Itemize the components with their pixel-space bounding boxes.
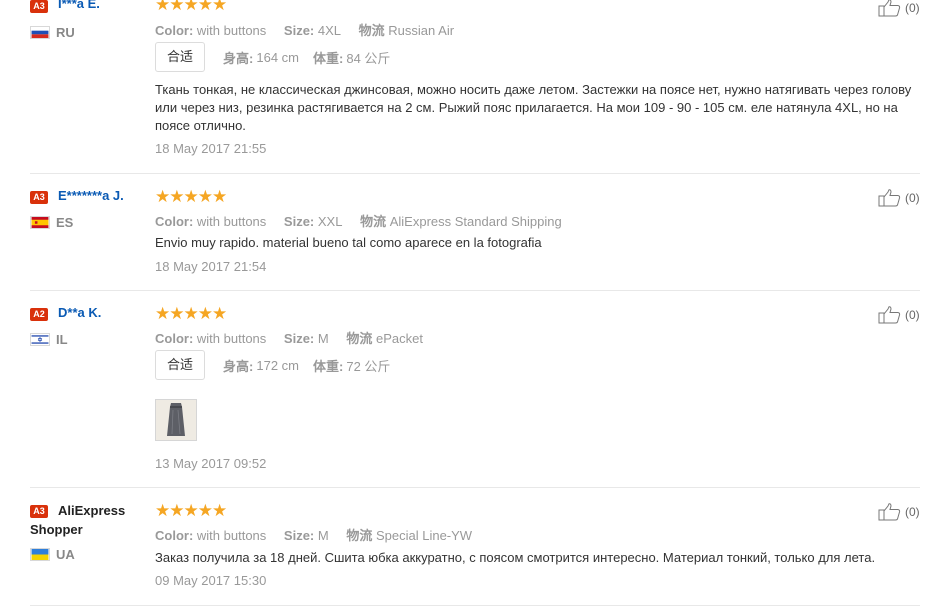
fit-info: 合适 身高: 164 cm 体重: 84 公斤 [155,42,390,72]
review-item: A3 I***a E. RU ★★★★★ Color: with buttons… [0,0,949,173]
like-count: (0) [905,505,920,519]
buyer-level-badge: A3 [30,0,48,13]
thumbs-up-icon [878,189,901,207]
flag-ru-icon [30,26,50,39]
buyer-level-badge: A2 [30,308,48,321]
like-button[interactable]: (0) [878,0,920,17]
size-value: XXL [317,214,343,229]
review-date: 18 May 2017 21:55 [155,141,267,156]
thumbs-up-icon [878,0,901,17]
fit-button[interactable]: 合适 [155,350,206,380]
height-label: 身高: [223,358,254,374]
buyer-level-badge: A3 [30,191,48,204]
shipping-value: ePacket [375,331,423,346]
shipping-value: Special Line-YW [375,528,473,543]
reviewer-country: IL [56,332,68,347]
weight-label: 体重: [313,358,344,374]
shipping-label: 物流 [360,214,387,229]
like-button[interactable]: (0) [878,503,920,521]
reviewer-name[interactable]: AliExpress Shopper [30,501,140,539]
review-date: 09 May 2017 15:30 [155,573,267,588]
review-text: Заказ получила за 18 дней. Сшита юбка ак… [155,550,876,565]
color-label: Color: [155,23,194,38]
review-item: A2 D**a K. IL ★★★★★ Color: with buttons … [0,291,949,487]
size-label: Size: [283,331,315,346]
color-value: with buttons [196,214,267,229]
order-attributes: Color: with buttons Size: M 物流 Special L… [155,525,472,544]
flag-il-icon [30,333,50,346]
color-label: Color: [155,331,194,346]
shipping-label: 物流 [346,528,373,543]
order-attributes: Color: with buttons Size: 4XL 物流 Russian… [155,20,454,39]
shipping-value: Russian Air [388,23,455,38]
size-label: Size: [283,528,315,543]
height-value: 164 cm [256,49,299,65]
like-count: (0) [905,1,920,15]
reviewer-name[interactable]: D**a K. [58,305,101,320]
size-value: M [317,331,329,346]
review-item: A3 AliExpress Shopper UA ★★★★★ Color: wi… [0,488,949,605]
fit-button[interactable]: 合适 [155,42,206,72]
review-divider [30,605,920,606]
like-button[interactable]: (0) [878,306,920,324]
size-label: Size: [283,214,315,229]
review-photo-thumbnail[interactable] [155,399,197,441]
flag-es-icon [30,216,50,229]
review-item: A3 E*******a J. ES ★★★★★ Color: with but… [0,174,949,290]
thumbs-up-icon [878,306,901,324]
rating-stars: ★★★★★ [155,0,227,14]
shipping-label: 物流 [346,331,373,346]
rating-stars: ★★★★★ [155,501,227,520]
review-date: 13 May 2017 09:52 [155,456,267,471]
size-value: 4XL [317,23,342,38]
review-text: Envio muy rapido. material bueno tal com… [155,235,542,250]
order-attributes: Color: with buttons Size: M 物流 ePacket [155,328,423,347]
color-label: Color: [155,214,194,229]
reviewer-country: ES [56,215,74,230]
flag-ua-icon [30,548,50,561]
color-label: Color: [155,528,194,543]
weight-label: 体重: [313,50,344,66]
reviewer-name[interactable]: E*******a J. [58,188,124,203]
review-date: 18 May 2017 21:54 [155,259,267,274]
like-button[interactable]: (0) [878,189,920,207]
shipping-value: AliExpress Standard Shipping [389,214,562,229]
size-value: M [317,528,329,543]
height-label: 身高: [223,50,254,66]
reviewer-country: UA [56,547,75,562]
rating-stars: ★★★★★ [155,187,227,206]
thumbs-up-icon [878,503,901,521]
skirt-photo-icon [156,400,196,440]
review-text: Ткань тонкая, не классическая джинсовая,… [155,82,912,133]
color-value: with buttons [196,23,267,38]
like-count: (0) [905,191,920,205]
like-count: (0) [905,308,920,322]
weight-value: 84 公斤 [346,50,391,66]
height-value: 172 cm [256,357,299,373]
size-label: Size: [283,23,315,38]
reviewer-name[interactable]: I***a E. [58,0,100,11]
color-value: with buttons [196,331,267,346]
shipping-label: 物流 [358,23,385,38]
weight-value: 72 公斤 [346,358,391,374]
rating-stars: ★★★★★ [155,304,227,323]
reviewer-country: RU [56,25,75,40]
order-attributes: Color: with buttons Size: XXL 物流 AliExpr… [155,211,562,230]
color-value: with buttons [196,528,267,543]
fit-info: 合适 身高: 172 cm 体重: 72 公斤 [155,350,390,380]
